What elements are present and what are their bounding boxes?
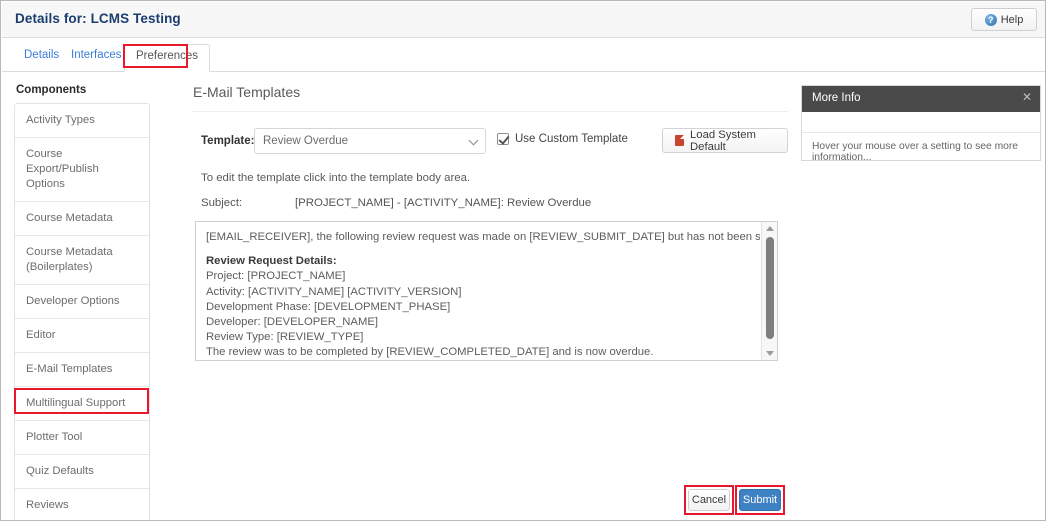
sidebar-item-multilingual-support[interactable]: Multilingual Support	[15, 387, 149, 421]
page-header: Details for: LCMS Testing ? Help	[2, 2, 1045, 38]
sidebar-item-activity-types[interactable]: Activity Types	[15, 104, 149, 138]
components-sidebar: Components Activity Types Course Export/…	[14, 84, 150, 520]
edit-hint-text: To edit the template click into the temp…	[201, 172, 471, 184]
section-divider	[192, 111, 788, 112]
tab-preferences[interactable]: Preferences	[124, 44, 211, 72]
scroll-up-arrow-icon[interactable]	[766, 226, 774, 231]
template-label: Template:	[201, 135, 255, 147]
page-body: Components Activity Types Course Export/…	[2, 72, 1045, 520]
submit-button[interactable]: Submit	[739, 489, 781, 511]
body-line-developer: Developer: [DEVELOPER_NAME]	[206, 316, 379, 329]
question-circle-icon: ?	[984, 13, 997, 26]
document-icon	[675, 135, 684, 146]
cancel-button[interactable]: Cancel	[688, 489, 730, 511]
sidebar-item-course-metadata-boilerplates[interactable]: Course Metadata (Boilerplates)	[15, 236, 149, 285]
load-system-default-button[interactable]: Load System Default	[662, 128, 788, 153]
load-system-default-label: Load System Default	[690, 128, 756, 153]
checkbox-checked-icon	[497, 133, 509, 145]
template-select-wrapper: Review Overdue	[254, 128, 486, 154]
sidebar-item-quiz-defaults[interactable]: Quiz Defaults	[15, 455, 149, 489]
template-row: Template: Review Overdue Use Custom Temp…	[192, 128, 788, 158]
more-info-header: More Info ✕	[802, 86, 1040, 112]
body-line-project: Project: [PROJECT_NAME]	[206, 270, 346, 283]
use-custom-template-label: Use Custom Template	[515, 133, 628, 145]
template-body-editor[interactable]: [EMAIL_RECEIVER], the following review r…	[195, 221, 778, 361]
sidebar-item-course-metadata[interactable]: Course Metadata	[15, 202, 149, 236]
more-info-spacer	[802, 112, 1040, 133]
subject-row: Subject: [PROJECT_NAME] - [ACTIVITY_NAME…	[201, 197, 788, 209]
help-button[interactable]: ? Help	[971, 8, 1037, 31]
more-info-text: Hover your mouse over a setting to see m…	[812, 141, 1019, 163]
main-panel: E-Mail Templates Template: Review Overdu…	[192, 84, 788, 361]
template-body-content[interactable]: [EMAIL_RECEIVER], the following review r…	[196, 222, 760, 360]
template-select[interactable]: Review Overdue	[254, 128, 486, 154]
tab-interfaces[interactable]: Interfaces	[60, 44, 133, 72]
sidebar-item-developer-options[interactable]: Developer Options	[15, 285, 149, 319]
components-list: Activity Types Course Export/Publish Opt…	[14, 103, 150, 520]
body-line-review-type: Review Type: [REVIEW_TYPE]	[206, 331, 364, 344]
tab-bar: Details Interfaces Preferences	[2, 38, 1045, 72]
template-body-scrollbar[interactable]	[761, 222, 777, 360]
sidebar-item-email-templates[interactable]: E-Mail Templates	[15, 353, 149, 387]
scroll-down-arrow-icon[interactable]	[766, 351, 774, 356]
body-details-heading: Review Request Details:	[206, 255, 337, 268]
scrollbar-thumb[interactable]	[766, 237, 774, 339]
use-custom-template-checkbox[interactable]: Use Custom Template	[497, 133, 628, 145]
subject-label: Subject:	[201, 197, 243, 209]
more-info-title: More Info	[812, 92, 861, 104]
application-window: Details for: LCMS Testing ? Help Details…	[0, 0, 1046, 521]
more-info-panel: More Info ✕ Hover your mouse over a sett…	[801, 85, 1041, 163]
sidebar-item-reviews[interactable]: Reviews	[15, 489, 149, 520]
section-title: E-Mail Templates	[193, 84, 301, 100]
sidebar-item-editor[interactable]: Editor	[15, 319, 149, 353]
body-line-development-phase: Development Phase: [DEVELOPMENT_PHASE]	[206, 300, 451, 313]
sidebar-item-plotter-tool[interactable]: Plotter Tool	[15, 421, 149, 455]
components-heading: Components	[16, 84, 87, 96]
help-button-label: Help	[1000, 13, 1024, 26]
close-icon[interactable]: ✕	[1022, 90, 1032, 104]
body-line-activity: Activity: [ACTIVITY_NAME] [ACTIVITY_VERS…	[206, 285, 462, 298]
body-intro: [EMAIL_RECEIVER], the following review r…	[206, 231, 760, 243]
body-line-overdue: The review was to be completed by [REVIE…	[206, 346, 654, 359]
subject-value: [PROJECT_NAME] - [ACTIVITY_NAME]: Review…	[295, 197, 592, 209]
sidebar-item-course-export-publish-options[interactable]: Course Export/Publish Options	[15, 138, 149, 202]
page-title: Details for: LCMS Testing	[15, 11, 181, 26]
